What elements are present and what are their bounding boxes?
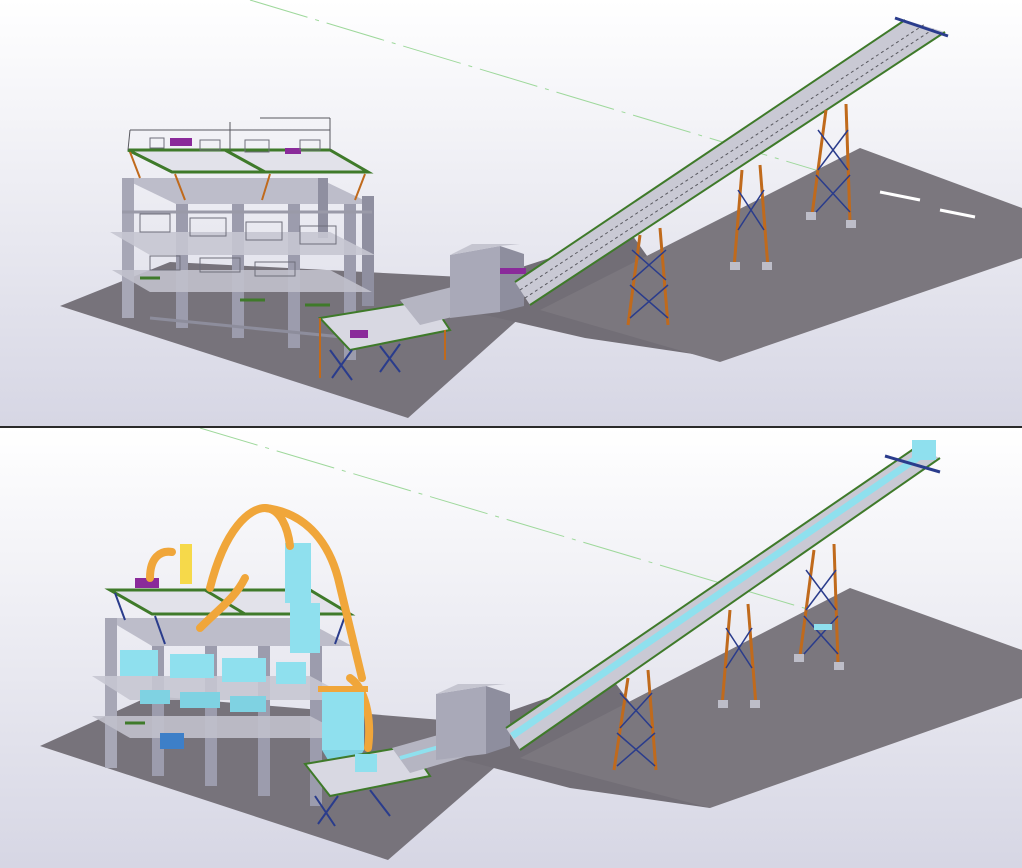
- model-viewport-structure[interactable]: [0, 0, 1022, 426]
- transfer-house[interactable]: [436, 684, 510, 760]
- transfer-house[interactable]: [450, 244, 526, 318]
- full-plant-model-canvas: [0, 428, 1022, 868]
- structure-model-canvas: [0, 0, 1022, 426]
- model-viewport-full-plant[interactable]: [0, 428, 1022, 868]
